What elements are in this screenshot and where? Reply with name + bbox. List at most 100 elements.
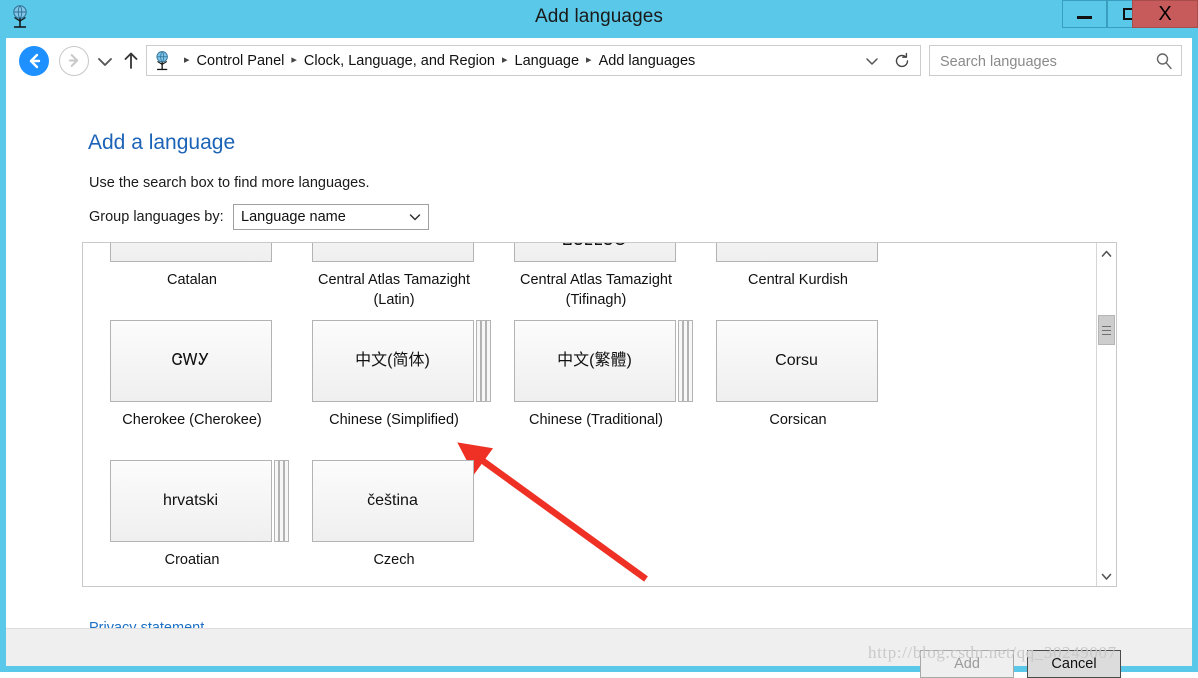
language-cell: catalàCatalan xyxy=(91,242,293,291)
minimize-icon xyxy=(1063,1,1106,27)
group-languages-select[interactable]: Language name xyxy=(233,204,429,230)
breadcrumb-item-clock-language-region[interactable]: Clock, Language, and Region xyxy=(304,53,495,69)
language-sublanguage-stack-layer xyxy=(481,320,486,402)
language-tile-wrap: tamazight n laṭlaṣn wammas xyxy=(312,242,477,262)
client-area: ▸ Control Panel ▸ Clock, Language, and R… xyxy=(6,38,1192,666)
page-title: Add a language xyxy=(88,131,235,155)
language-tile[interactable]: 中文(繁體) xyxy=(514,320,676,402)
language-english-label: Central Atlas Tamazight(Tifinagh) xyxy=(495,271,697,310)
group-languages-label: Group languages by: xyxy=(89,209,224,225)
language-cell: čeština Czech xyxy=(293,460,495,571)
language-tile[interactable]: čeština xyxy=(312,460,474,542)
language-native-name: čeština xyxy=(361,490,424,511)
language-tile[interactable]: hrvatski xyxy=(110,460,272,542)
chevron-down-icon xyxy=(864,53,880,69)
language-tile-wrap: ⵜⴰⵎⴰⵣⵉⵖⵜⵏ ⵍⴰⵟⵍⴰⵚ ⵏ ⵡⴰⵎⵎⴰⵙ xyxy=(514,242,679,262)
language-english-label: Czech xyxy=(293,551,495,571)
language-sublanguage-stack-layer xyxy=(274,460,279,542)
language-sublanguage-stack-layer xyxy=(678,320,683,402)
language-cell: Corsu Corsican xyxy=(697,320,899,431)
back-button[interactable] xyxy=(19,46,49,76)
language-english-label: Central Atlas Tamazight(Latin) xyxy=(293,271,495,310)
language-tile[interactable]: 中文(简体) xyxy=(312,320,474,402)
language-tile[interactable]: کوردیی ناوەڕاست xyxy=(716,242,878,262)
watermark-text: http://blog.csdn.net/qq_30249007 xyxy=(868,643,1117,663)
add-languages-window: Add languages X xyxy=(0,0,1198,672)
breadcrumb: ▸ Control Panel ▸ Clock, Language, and R… xyxy=(177,46,695,75)
language-sublanguage-stack-layer xyxy=(683,320,688,402)
breadcrumb-separator-1: ▸ xyxy=(291,55,297,66)
language-row: hrvatski Croatian čeština Czech xyxy=(83,460,1096,587)
language-cell: hrvatski Croatian xyxy=(91,460,293,571)
refresh-button[interactable] xyxy=(888,46,916,75)
language-tile-wrap: català xyxy=(110,242,275,262)
forward-arrow-icon xyxy=(60,47,87,74)
language-tile-wrap: 中文(繁體) xyxy=(514,320,679,402)
breadcrumb-item-add-languages[interactable]: Add languages xyxy=(599,53,696,69)
breadcrumb-separator-0: ▸ xyxy=(184,55,190,66)
breadcrumb-item-language[interactable]: Language xyxy=(515,53,580,69)
language-english-label: Central Kurdish xyxy=(697,271,899,291)
language-tile-wrap: 中文(简体) xyxy=(312,320,477,402)
language-sublanguage-stack-layer xyxy=(284,460,289,542)
recent-locations-button[interactable] xyxy=(94,46,116,76)
language-native-name: Corsu xyxy=(769,350,824,371)
language-native-name: 中文(繁體) xyxy=(551,350,638,371)
language-tile[interactable]: Corsu xyxy=(716,320,878,402)
chevron-up-icon xyxy=(1101,249,1112,258)
breadcrumb-separator-2: ▸ xyxy=(502,55,508,66)
language-english-label: Corsican xyxy=(697,411,899,431)
forward-button xyxy=(59,46,89,76)
scrollbar-thumb[interactable] xyxy=(1098,315,1115,345)
window-title: Add languages xyxy=(0,6,1198,28)
up-one-level-button[interactable] xyxy=(118,46,144,76)
language-tile-wrap: Corsu xyxy=(716,320,881,402)
scroll-down-button[interactable] xyxy=(1097,566,1116,586)
language-cell: 中文(简体)Chinese (Simplified) xyxy=(293,320,495,431)
address-bar[interactable]: ▸ Control Panel ▸ Clock, Language, and R… xyxy=(146,45,921,76)
language-tile[interactable]: català xyxy=(110,242,272,262)
address-language-icon xyxy=(152,50,174,72)
search-icon[interactable] xyxy=(1154,51,1174,71)
language-tile-wrap: کوردیی ناوەڕاست xyxy=(716,242,881,262)
language-tile-wrap: čeština xyxy=(312,460,477,542)
language-english-label: Chinese (Traditional) xyxy=(495,411,697,431)
search-input[interactable] xyxy=(938,46,1147,77)
language-sublanguage-stack-layer xyxy=(279,460,284,542)
refresh-icon xyxy=(893,52,911,70)
address-dropdown-button[interactable] xyxy=(860,46,884,75)
vertical-scrollbar[interactable] xyxy=(1096,243,1116,586)
language-native-name: hrvatski xyxy=(157,490,224,511)
navigation-bar: ▸ Control Panel ▸ Clock, Language, and R… xyxy=(6,38,1192,84)
language-sublanguage-stack-layer xyxy=(486,320,491,402)
language-cell: tamazight n laṭlaṣn wammas Central Atlas … xyxy=(293,242,495,310)
breadcrumb-item-control-panel[interactable]: Control Panel xyxy=(197,53,285,69)
close-button[interactable]: X xyxy=(1132,0,1198,28)
language-cell: 中文(繁體) Chinese (Traditional) xyxy=(495,320,697,431)
language-tile[interactable]: tamazight n laṭlaṣn wammas xyxy=(312,242,474,262)
breadcrumb-separator-3: ▸ xyxy=(586,55,592,66)
chevron-down-icon xyxy=(1101,572,1112,581)
language-cell: ᏣᎳᎩ Cherokee (Cherokee) xyxy=(91,320,293,431)
language-tile[interactable]: ᏣᎳᎩ xyxy=(110,320,272,402)
group-languages-value: Language name xyxy=(241,205,346,229)
language-cell: ⵜⴰⵎⴰⵣⵉⵖⵜⵏ ⵍⴰⵟⵍⴰⵚ ⵏ ⵡⴰⵎⵎⴰⵙ Central Atlas T… xyxy=(495,242,697,310)
language-tile-wrap: hrvatski xyxy=(110,460,275,542)
language-tile-wrap: ᏣᎳᎩ xyxy=(110,320,275,402)
language-english-label: Cherokee (Cherokee) xyxy=(91,411,293,431)
chevron-down-icon xyxy=(94,46,116,76)
scroll-up-button[interactable] xyxy=(1097,243,1116,263)
title-bar: Add languages X xyxy=(0,0,1198,38)
search-box[interactable] xyxy=(929,45,1182,76)
close-icon: X xyxy=(1133,1,1197,27)
language-english-label: Croatian xyxy=(91,551,293,571)
language-tile[interactable]: ⵜⴰⵎⴰⵣⵉⵖⵜⵏ ⵍⴰⵟⵍⴰⵚ ⵏ ⵡⴰⵎⵎⴰⵙ xyxy=(514,242,676,262)
language-native-name: 中文(简体) xyxy=(349,350,436,371)
language-cell: کوردیی ناوەڕاست Central Kurdish xyxy=(697,242,899,291)
language-sublanguage-stack-layer xyxy=(688,320,693,402)
language-grid-panel: catalàCatalan tamazight n laṭlaṣn wammas C… xyxy=(82,242,1117,587)
language-sublanguage-stack-layer xyxy=(476,320,481,402)
back-arrow-icon xyxy=(19,46,49,76)
minimize-button[interactable] xyxy=(1062,0,1107,28)
language-native-name: ᏣᎳᎩ xyxy=(166,350,215,371)
